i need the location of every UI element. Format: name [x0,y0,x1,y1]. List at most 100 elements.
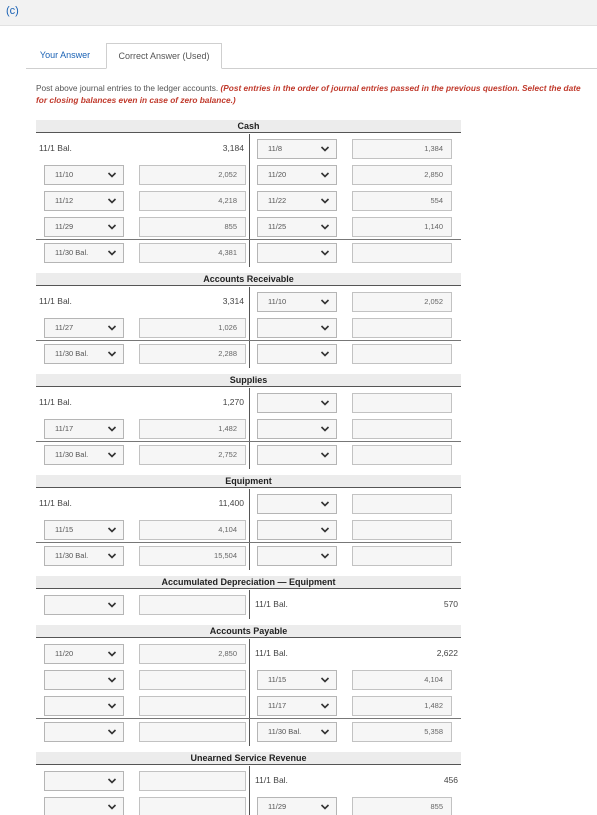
left-date-select[interactable]: 11/12 [44,191,124,211]
date-select-value: 11/30 Bal. [55,349,89,358]
chevron-down-icon [107,221,117,233]
right-date-select[interactable] [257,318,337,338]
chevron-down-icon [107,599,117,611]
right-date-select[interactable] [257,520,337,540]
left-date-select[interactable]: 11/20 [44,644,124,664]
right-amount-input[interactable]: 1,482 [352,696,452,716]
left-date-select[interactable]: 11/15 [44,520,124,540]
right-amount-input[interactable] [352,393,452,413]
total-rule [36,542,461,543]
right-date-select[interactable]: 11/10 [257,292,337,312]
chevron-down-icon [107,348,117,360]
left-date-select[interactable]: 11/29 [44,217,124,237]
left-date-select[interactable] [44,722,124,742]
date-select-value: 11/10 [55,170,74,179]
left-amount-input[interactable] [139,797,246,815]
left-amount-input[interactable]: 4,381 [139,243,246,263]
account-title: Cash [36,120,461,133]
account-title: Unearned Service Revenue [36,752,461,765]
left-amount-input[interactable] [139,595,246,615]
left-date-select[interactable]: 11/30 Bal. [44,546,124,566]
left-date-select[interactable]: 11/10 [44,165,124,185]
right-amount-input[interactable]: 2,052 [352,292,452,312]
right-date-select[interactable]: 11/29 [257,797,337,815]
right-amount-input[interactable] [352,520,452,540]
left-amount-input[interactable] [139,696,246,716]
total-rule [36,718,461,719]
left-amount-input[interactable]: 1,482 [139,419,246,439]
right-amount-input[interactable]: 855 [352,797,452,815]
left-balance-amount: 11,400 [218,498,244,508]
left-date-select[interactable]: 11/30 Bal. [44,243,124,263]
left-date-select[interactable]: 11/27 [44,318,124,338]
right-amount-input[interactable] [352,243,452,263]
total-rule [36,239,461,240]
left-amount-input[interactable]: 2,850 [139,644,246,664]
right-amount-input[interactable]: 5,358 [352,722,452,742]
right-amount-input[interactable] [352,546,452,566]
chevron-down-icon [107,775,117,787]
left-amount-input[interactable]: 1,026 [139,318,246,338]
instruction-text: Post above journal entries to the ledger… [36,82,584,106]
date-select-value: 11/10 [268,297,287,306]
date-select-value: 11/17 [55,424,74,433]
right-date-select[interactable]: 11/30 Bal. [257,722,337,742]
right-amount-input[interactable]: 2,850 [352,165,452,185]
right-date-select[interactable]: 11/22 [257,191,337,211]
right-amount-input[interactable] [352,445,452,465]
right-amount-input[interactable]: 1,140 [352,217,452,237]
date-select-value: 11/30 Bal. [55,551,89,560]
right-date-select[interactable] [257,344,337,364]
right-amount-input[interactable]: 1,384 [352,139,452,159]
right-amount-input[interactable] [352,494,452,514]
chevron-down-icon [107,322,117,334]
right-amount-input[interactable] [352,419,452,439]
left-amount-input[interactable]: 4,104 [139,520,246,540]
left-amount-input[interactable]: 2,052 [139,165,246,185]
left-date-select[interactable] [44,696,124,716]
date-select-value: 11/30 Bal. [55,248,89,257]
right-date-select[interactable] [257,419,337,439]
left-date-select[interactable] [44,771,124,791]
left-amount-input[interactable]: 2,752 [139,445,246,465]
right-date-select[interactable] [257,546,337,566]
left-amount-input[interactable]: 15,504 [139,546,246,566]
left-amount-input[interactable]: 855 [139,217,246,237]
left-date-select[interactable] [44,797,124,815]
right-date-select[interactable] [257,494,337,514]
right-date-select[interactable]: 11/25 [257,217,337,237]
left-date-select[interactable]: 11/30 Bal. [44,344,124,364]
right-amount-input[interactable]: 4,104 [352,670,452,690]
t-account-divider [249,489,250,570]
left-date-select[interactable] [44,670,124,690]
right-date-select[interactable]: 11/15 [257,670,337,690]
left-balance-date: 11/1 Bal. [39,498,72,508]
right-date-select[interactable] [257,445,337,465]
left-amount-input[interactable] [139,771,246,791]
left-amount-input[interactable]: 2,288 [139,344,246,364]
right-date-select[interactable]: 11/20 [257,165,337,185]
right-amount-input[interactable] [352,344,452,364]
right-date-select[interactable] [257,393,337,413]
tab-correct-answer[interactable]: Correct Answer (Used) [106,43,222,69]
right-date-select[interactable] [257,243,337,263]
left-date-select[interactable]: 11/30 Bal. [44,445,124,465]
left-amount-input[interactable]: 4,218 [139,191,246,211]
chevron-down-icon [107,449,117,461]
left-balance-amount: 3,184 [222,143,244,153]
left-date-select[interactable]: 11/17 [44,419,124,439]
right-date-select[interactable]: 11/17 [257,696,337,716]
left-date-select[interactable] [44,595,124,615]
t-account-divider [249,639,250,746]
right-amount-input[interactable]: 554 [352,191,452,211]
left-amount-input[interactable] [139,722,246,742]
left-amount-input[interactable] [139,670,246,690]
chevron-down-icon [107,674,117,686]
right-date-select[interactable]: 11/8 [257,139,337,159]
date-select-value: 11/8 [268,144,283,153]
instruction-main: Post above journal entries to the ledger… [36,83,221,93]
tab-your-answer[interactable]: Your Answer [26,43,104,69]
right-amount-input[interactable] [352,318,452,338]
chevron-down-icon [320,169,330,181]
left-balance-amount: 1,270 [222,397,244,407]
